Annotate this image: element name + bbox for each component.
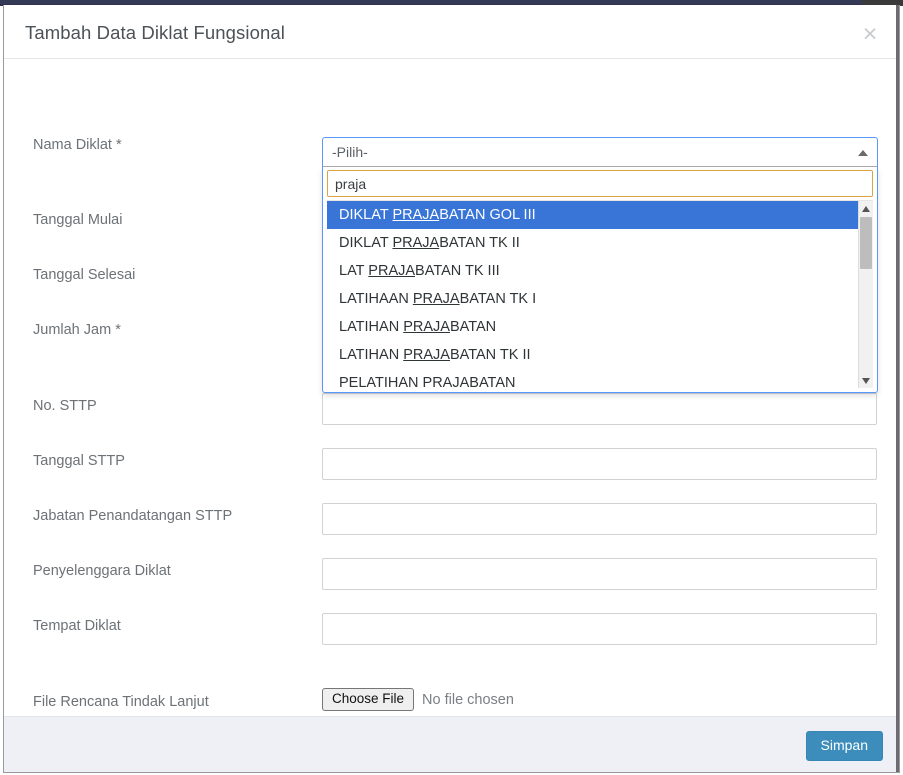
select-trigger[interactable]: -Pilih- bbox=[322, 137, 878, 167]
save-button[interactable]: Simpan bbox=[805, 731, 883, 761]
choose-file-button-rencana-tindak-lanjut[interactable]: Choose File bbox=[322, 688, 415, 711]
file-row-rencana-tindak-lanjut: Choose File No file chosen bbox=[322, 688, 514, 711]
select-placeholder: -Pilih- bbox=[332, 144, 368, 160]
modal-footer: Simpan bbox=[4, 716, 899, 772]
scroll-down-arrow-icon[interactable] bbox=[862, 378, 870, 384]
select-options: DIKLAT PRAJABATAN GOL III DIKLAT PRAJABAT… bbox=[327, 201, 873, 388]
label-no-sttp: No. STTP bbox=[33, 398, 97, 414]
select-dropdown-panel: DIKLAT PRAJABATAN GOL IIIDIKLAT PRAJABAT… bbox=[322, 167, 878, 393]
modal-body: Nama Diklat * Tanggal Mulai Tanggal Sele… bbox=[4, 59, 899, 757]
nama-diklat-select: -Pilih- DIKLAT PRAJABATAN GOL IIIDIKLAT … bbox=[322, 137, 878, 393]
file-status-rencana-tindak-lanjut: No file chosen bbox=[422, 691, 514, 708]
modal-right-edge bbox=[896, 5, 899, 772]
input-tempat-diklat[interactable] bbox=[322, 613, 877, 645]
input-tanggal-sttp[interactable] bbox=[322, 448, 877, 480]
label-jumlah-jam: Jumlah Jam * bbox=[33, 322, 121, 338]
select-option[interactable]: LATIHAN PRAJABATAN bbox=[327, 313, 873, 341]
label-jabatan-penandatangan: Jabatan Penandatangan STTP bbox=[33, 508, 233, 524]
select-option[interactable]: DIKLAT PRAJABATAN GOL III bbox=[327, 201, 873, 229]
results-scrollbar[interactable] bbox=[858, 201, 873, 388]
label-tanggal-selesai: Tanggal Selesai bbox=[33, 267, 136, 283]
label-tempat-diklat: Tempat Diklat bbox=[33, 618, 121, 634]
select-search-input[interactable] bbox=[327, 170, 873, 197]
select-results-list: DIKLAT PRAJABATAN GOL III DIKLAT PRAJABAT… bbox=[327, 200, 873, 388]
modal-header: Tambah Data Diklat Fungsional × bbox=[4, 5, 899, 59]
label-tanggal-sttp: Tanggal STTP bbox=[33, 453, 125, 469]
select-option[interactable]: LATIHAAN PRAJABATAN TK I bbox=[327, 285, 873, 313]
select-search-container bbox=[327, 170, 873, 200]
select-option[interactable]: LATIHAN PRAJABATAN TK II bbox=[327, 341, 873, 369]
close-icon[interactable]: × bbox=[857, 22, 883, 48]
label-penyelenggara-diklat: Penyelenggara Diklat bbox=[33, 563, 171, 579]
input-jabatan-penandatangan[interactable] bbox=[322, 503, 877, 535]
label-file-rencana-tindak-lanjut: File Rencana Tindak Lanjut bbox=[33, 694, 209, 710]
select-option[interactable]: LAT PRAJABATAN TK III bbox=[327, 257, 873, 285]
modal-title: Tambah Data Diklat Fungsional bbox=[25, 22, 285, 43]
select-option[interactable]: DIKLAT PRAJABATAN TK II bbox=[327, 229, 873, 257]
select-option[interactable]: PELATIHAN PRAJABATAN bbox=[327, 369, 873, 388]
label-tanggal-mulai: Tanggal Mulai bbox=[33, 212, 123, 228]
input-penyelenggara-diklat[interactable] bbox=[322, 558, 877, 590]
input-no-sttp[interactable] bbox=[322, 393, 877, 425]
scroll-up-arrow-icon[interactable] bbox=[862, 206, 870, 212]
chevron-up-icon[interactable] bbox=[858, 150, 868, 156]
modal-dialog: Tambah Data Diklat Fungsional × Nama Dik… bbox=[3, 5, 900, 773]
label-nama-diklat: Nama Diklat * bbox=[33, 137, 122, 153]
page-navbar-strip bbox=[0, 0, 862, 4]
scrollbar-thumb[interactable] bbox=[860, 217, 872, 269]
